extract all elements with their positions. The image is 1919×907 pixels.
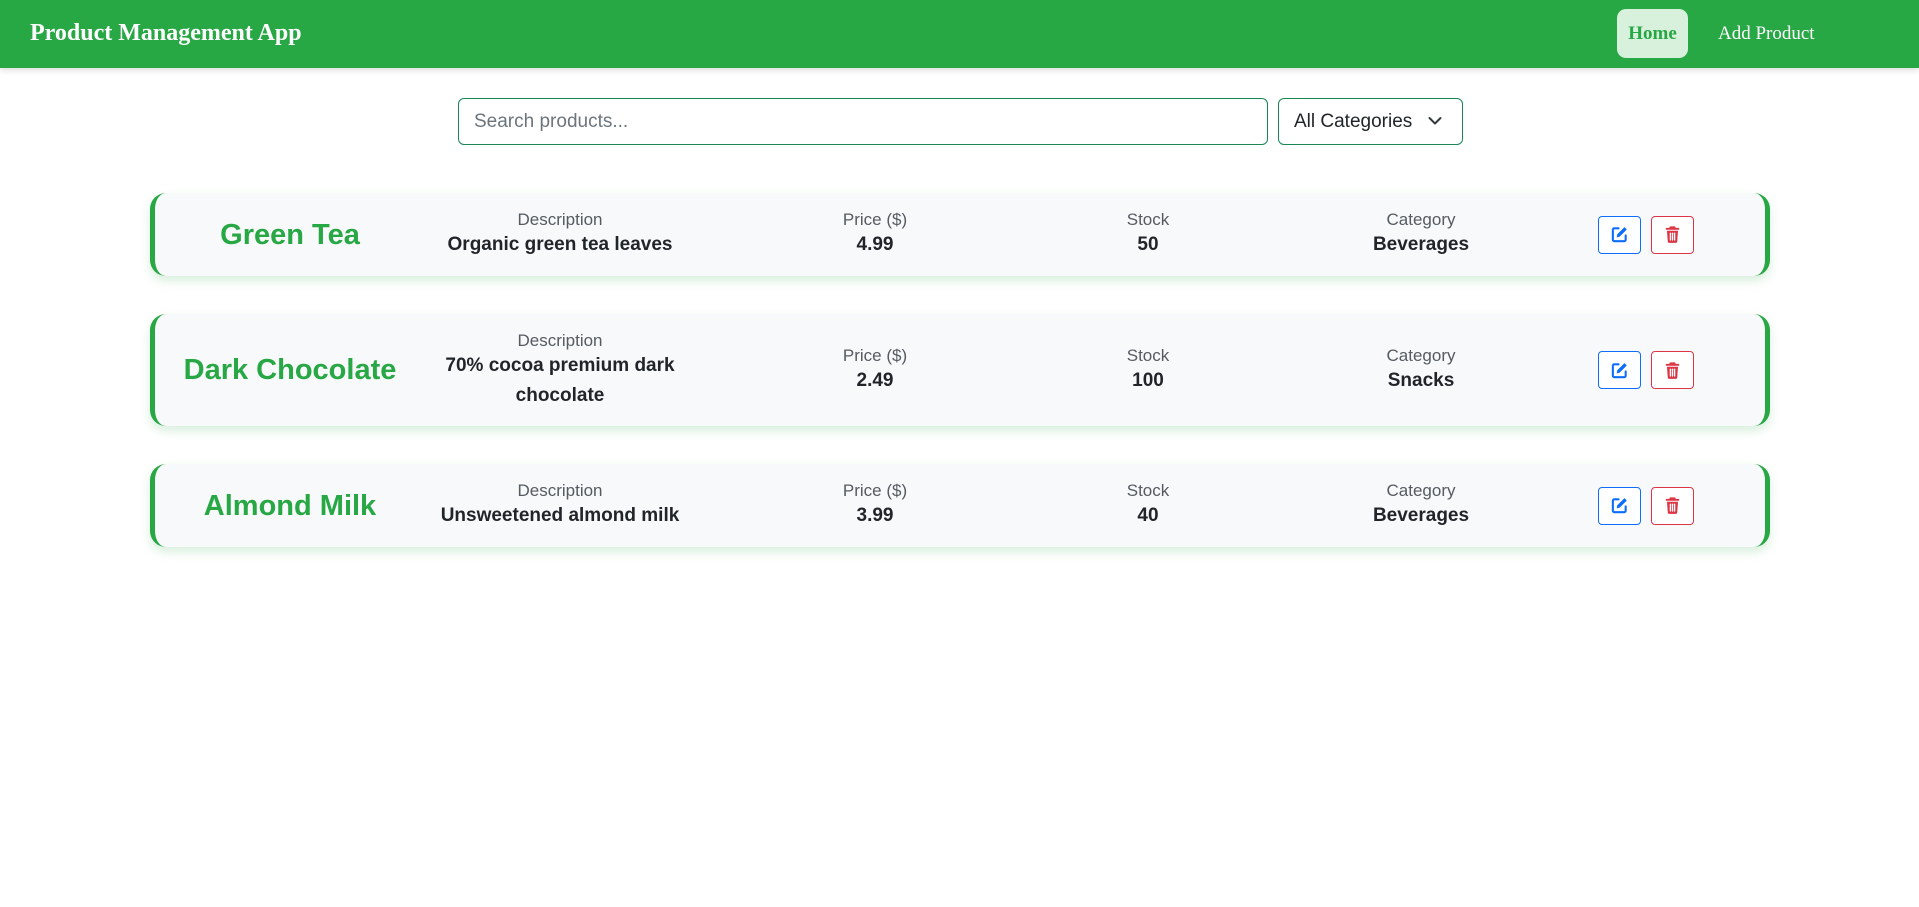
category-cell: Category Beverages [1321, 464, 1521, 547]
trash-icon [1665, 361, 1680, 379]
edit-button[interactable] [1598, 486, 1641, 525]
price-value: 4.99 [856, 234, 894, 255]
card-actions [1598, 464, 1694, 547]
price-cell: Price ($) 2.49 [775, 314, 975, 426]
description-value: 70% cocoa premium dark chocolate [445, 354, 675, 406]
price-value: 3.99 [856, 505, 894, 526]
product-name: Green Tea [220, 218, 360, 251]
product-name-cell: Green Tea [155, 193, 425, 276]
category-cell: Category Snacks [1321, 314, 1521, 426]
edit-icon [1611, 227, 1627, 243]
stock-cell: Stock 100 [1048, 314, 1248, 426]
stock-cell: Stock 50 [1048, 193, 1248, 276]
description-value: Organic green tea leaves [447, 234, 673, 255]
stock-value: 50 [1137, 234, 1159, 255]
edit-button[interactable] [1598, 215, 1641, 254]
stock-value: 100 [1132, 369, 1164, 391]
nav-home-link[interactable]: Home [1617, 9, 1688, 58]
category-filter-select[interactable]: All Categories [1278, 98, 1463, 145]
search-input[interactable] [458, 98, 1268, 145]
card-actions [1598, 314, 1694, 426]
product-name-cell: Almond Milk [155, 464, 425, 547]
delete-button[interactable] [1651, 351, 1694, 389]
description-cell: Description Organic green tea leaves [425, 193, 695, 276]
category-value: Beverages [1372, 234, 1470, 255]
edit-icon [1611, 498, 1627, 514]
product-card: Dark Chocolate Description 70% cocoa pre… [150, 314, 1770, 426]
category-value: Beverages [1372, 505, 1470, 526]
delete-button[interactable] [1651, 215, 1694, 254]
stock-label: Stock [1126, 345, 1170, 365]
description-cell: Description 70% cocoa premium dark choco… [425, 314, 695, 426]
stock-cell: Stock 40 [1048, 464, 1248, 547]
app-brand[interactable]: Product Management App [30, 19, 302, 47]
product-card: Green Tea Description Organic green tea … [150, 193, 1770, 276]
trash-icon [1665, 497, 1680, 514]
product-card: Almond Milk Description Unsweetened almo… [150, 464, 1770, 547]
chevron-down-icon [1428, 117, 1442, 125]
price-cell: Price ($) 3.99 [775, 464, 975, 547]
edit-button[interactable] [1598, 351, 1641, 389]
description-value: Unsweetened almond milk [440, 505, 680, 526]
category-filter-value: All Categories [1294, 110, 1413, 132]
stock-label: Stock [1126, 210, 1170, 229]
description-cell: Description Unsweetened almond milk [425, 464, 695, 547]
category-cell: Category Beverages [1321, 193, 1521, 276]
nav-add-product-link[interactable]: Add Product [1718, 9, 1815, 58]
category-value: Snacks [1387, 369, 1455, 391]
stock-value: 40 [1137, 505, 1159, 526]
price-cell: Price ($) 4.99 [775, 193, 975, 276]
product-name: Dark Chocolate [183, 354, 397, 386]
product-name: Almond Milk [203, 489, 377, 522]
category-label: Category [1386, 210, 1456, 229]
delete-button[interactable] [1651, 486, 1694, 525]
price-label: Price ($) [842, 481, 908, 500]
price-label: Price ($) [842, 210, 908, 229]
trash-icon [1665, 226, 1680, 243]
stock-label: Stock [1126, 481, 1170, 500]
category-label: Category [1386, 481, 1456, 500]
category-label: Category [1386, 345, 1456, 365]
price-label: Price ($) [842, 345, 908, 365]
card-actions [1598, 193, 1694, 276]
product-name-cell: Dark Chocolate [155, 314, 425, 426]
edit-icon [1611, 362, 1627, 378]
description-label: Description [517, 481, 603, 500]
price-value: 2.49 [856, 369, 894, 391]
description-label: Description [517, 210, 603, 229]
navbar: Product Management App Home Add Product [0, 0, 1919, 68]
description-label: Description [517, 330, 603, 350]
